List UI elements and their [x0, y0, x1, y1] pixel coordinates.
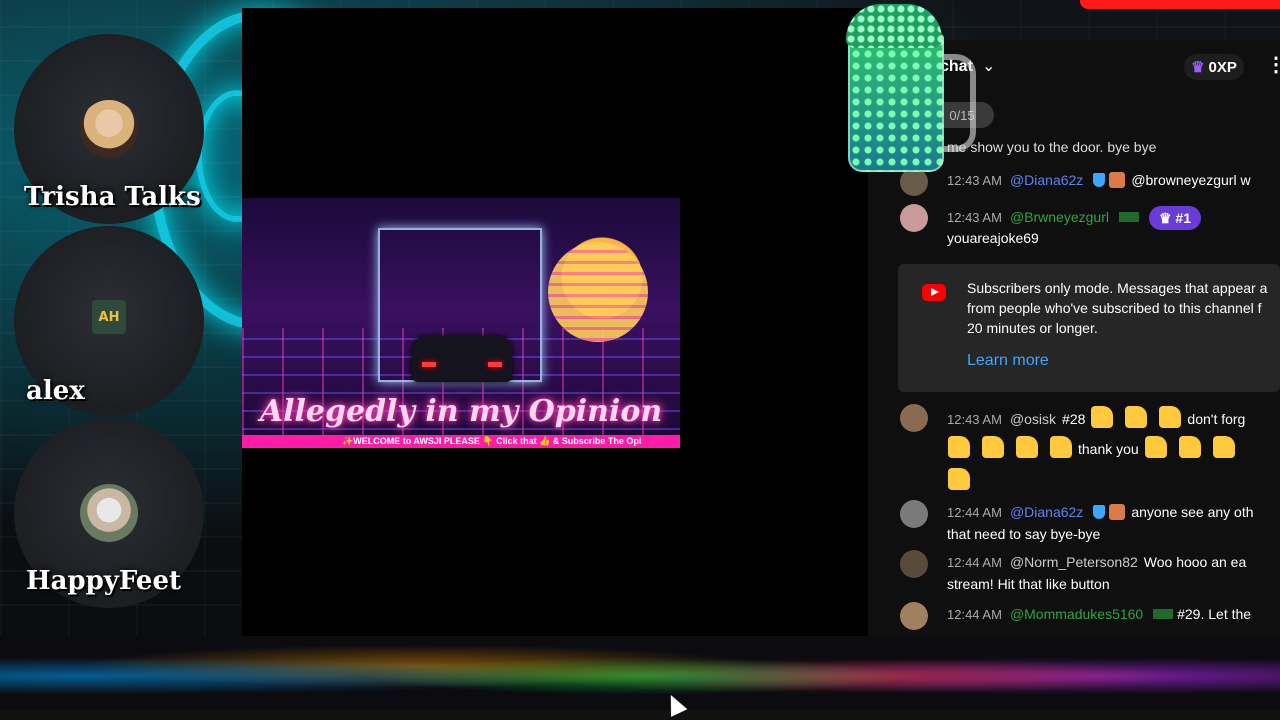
message-author[interactable]: @Diana62z [1010, 172, 1083, 188]
message-text: #28 [1062, 411, 1086, 427]
message-body: 12:44 AM @Diana62z anyone see any oth [947, 502, 1280, 523]
banner-ticker: ✨WELCOME to AWSJI PLEASE 👇 Click that 👍 … [242, 435, 680, 448]
thumbs-up-icon [982, 436, 1004, 458]
message-text: @browneyezgurl w [1131, 172, 1251, 188]
guest-tile-happyfeet[interactable]: HappyFeet [14, 418, 204, 608]
subscribers-only-notice: Subscribers only mode. Messages that app… [898, 264, 1280, 392]
message-time: 12:43 AM [947, 412, 1002, 427]
message-body: 12:43 AM @Diana62z @browneyezgurl w [947, 170, 1280, 191]
user-badge-icon [1109, 172, 1126, 188]
xp-value: 0XP [1208, 58, 1237, 76]
rank-label: #1 [1175, 210, 1191, 226]
message-text: Woo hooo an ea [1143, 554, 1247, 570]
message-author[interactable]: @Norm_Peterson82 [1010, 554, 1138, 570]
thumbs-up-icon [1144, 436, 1167, 458]
bottom-bar [0, 710, 1280, 720]
avatar: AH [92, 300, 126, 334]
message-body: 12:44 AM @Norm_Peterson82 Woo hooo an ea [947, 552, 1280, 573]
thumbs-up-icon [1125, 406, 1148, 428]
message-body: 12:43 AM @Brwneyezgurl ♛ #1 [947, 206, 1280, 230]
message-time: 12:44 AM [947, 607, 1002, 622]
more-vert-icon[interactable]: ⋮ [1266, 52, 1280, 77]
mug-handle [940, 54, 976, 152]
crown-icon: ♛ [1191, 59, 1205, 76]
mug-foam [846, 4, 942, 48]
learn-more-link[interactable]: Learn more [967, 352, 1049, 370]
user-badge-icon [1109, 504, 1126, 520]
message-text: #29. Let the [1177, 606, 1252, 622]
avatar-initials: AH [98, 309, 120, 325]
message-time: 12:43 AM [947, 210, 1002, 225]
crown-icon: ♛ [1158, 210, 1176, 226]
car-illustration [412, 336, 512, 382]
beer-mug-overlay [846, 4, 976, 172]
avatar [80, 100, 138, 158]
live-indicator-bar [1080, 0, 1280, 9]
message-author[interactable]: @osisk [1010, 411, 1056, 427]
avatar [900, 204, 928, 232]
guest-name: Trisha Talks [24, 182, 201, 212]
message-body: 12:43 AM @osisk #28 don't forg [947, 406, 1280, 430]
guest-name: alex [26, 376, 85, 406]
message-text: anyone see any oth [1131, 504, 1254, 520]
neon-floor-reflection [0, 636, 1280, 720]
rank-badge: ♛ #1 [1148, 206, 1201, 230]
message-author[interactable]: @Diana62z [1010, 504, 1083, 520]
chevron-down-icon[interactable]: ⌄ [982, 56, 995, 76]
thumbs-up-icon [948, 436, 970, 458]
message-time: 12:44 AM [947, 505, 1002, 520]
message-time: 12:44 AM [947, 555, 1002, 570]
guest-tile-trisha[interactable]: Trisha Talks [14, 34, 204, 224]
stream-banner: Allegedly in my Opinion ✨WELCOME to AWSJ… [242, 198, 680, 448]
message-line-3 [942, 468, 976, 491]
member-badge-icon [1153, 609, 1174, 619]
message-time: 12:43 AM [947, 173, 1002, 188]
message-text: youareajoke69 [947, 230, 1039, 246]
notice-text: Subscribers only mode. Messages that app… [967, 278, 1280, 338]
member-badge-icon [1118, 212, 1139, 222]
message-body: 12:44 AM @Mommadukes5160 #29. Let the [947, 604, 1280, 625]
banner-title: Allegedly in my Opinion [259, 394, 663, 429]
avatar [900, 168, 928, 196]
guest-tile-alex[interactable]: AH alex [14, 226, 204, 416]
thumbs-up-icon [1178, 436, 1201, 458]
verified-icon [1093, 173, 1106, 187]
message-text: thank you [1078, 441, 1139, 457]
thumbs-up-icon [948, 468, 970, 490]
youtube-icon [922, 284, 946, 301]
guest-name: HappyFeet [26, 566, 182, 596]
thumbs-up-icon [1016, 436, 1038, 458]
thumbs-up-icon [1159, 406, 1182, 428]
message-text: me show you to the door. bye bye [947, 139, 1157, 155]
message-text: that need to say bye-bye [947, 526, 1101, 542]
synthwave-sun [548, 242, 648, 342]
message-author[interactable]: @Brwneyezgurl [1010, 209, 1109, 225]
avatar [900, 602, 928, 630]
avatar [900, 550, 928, 578]
message-line-2: thank you [942, 436, 1241, 459]
notice-line: Subscribers only mode. Messages that app… [967, 280, 1268, 296]
verified-icon [1093, 505, 1106, 519]
avatar [900, 500, 928, 528]
notice-line: 20 minutes or longer. [967, 320, 1098, 336]
thumbs-up-icon [1050, 436, 1072, 458]
xp-badge[interactable]: ♛ 0XP [1184, 54, 1244, 80]
avatar [900, 404, 928, 432]
notice-line: from people who've subscribed to this ch… [967, 300, 1262, 316]
message-author[interactable]: @Mommadukes5160 [1010, 606, 1143, 622]
thumbs-up-icon [1212, 436, 1235, 458]
mug-glass [848, 34, 944, 172]
message-text: stream! Hit that like button [947, 576, 1110, 592]
message-text-trail: don't forg [1187, 411, 1246, 427]
thumbs-up-icon [1091, 406, 1114, 428]
avatar [80, 484, 138, 542]
